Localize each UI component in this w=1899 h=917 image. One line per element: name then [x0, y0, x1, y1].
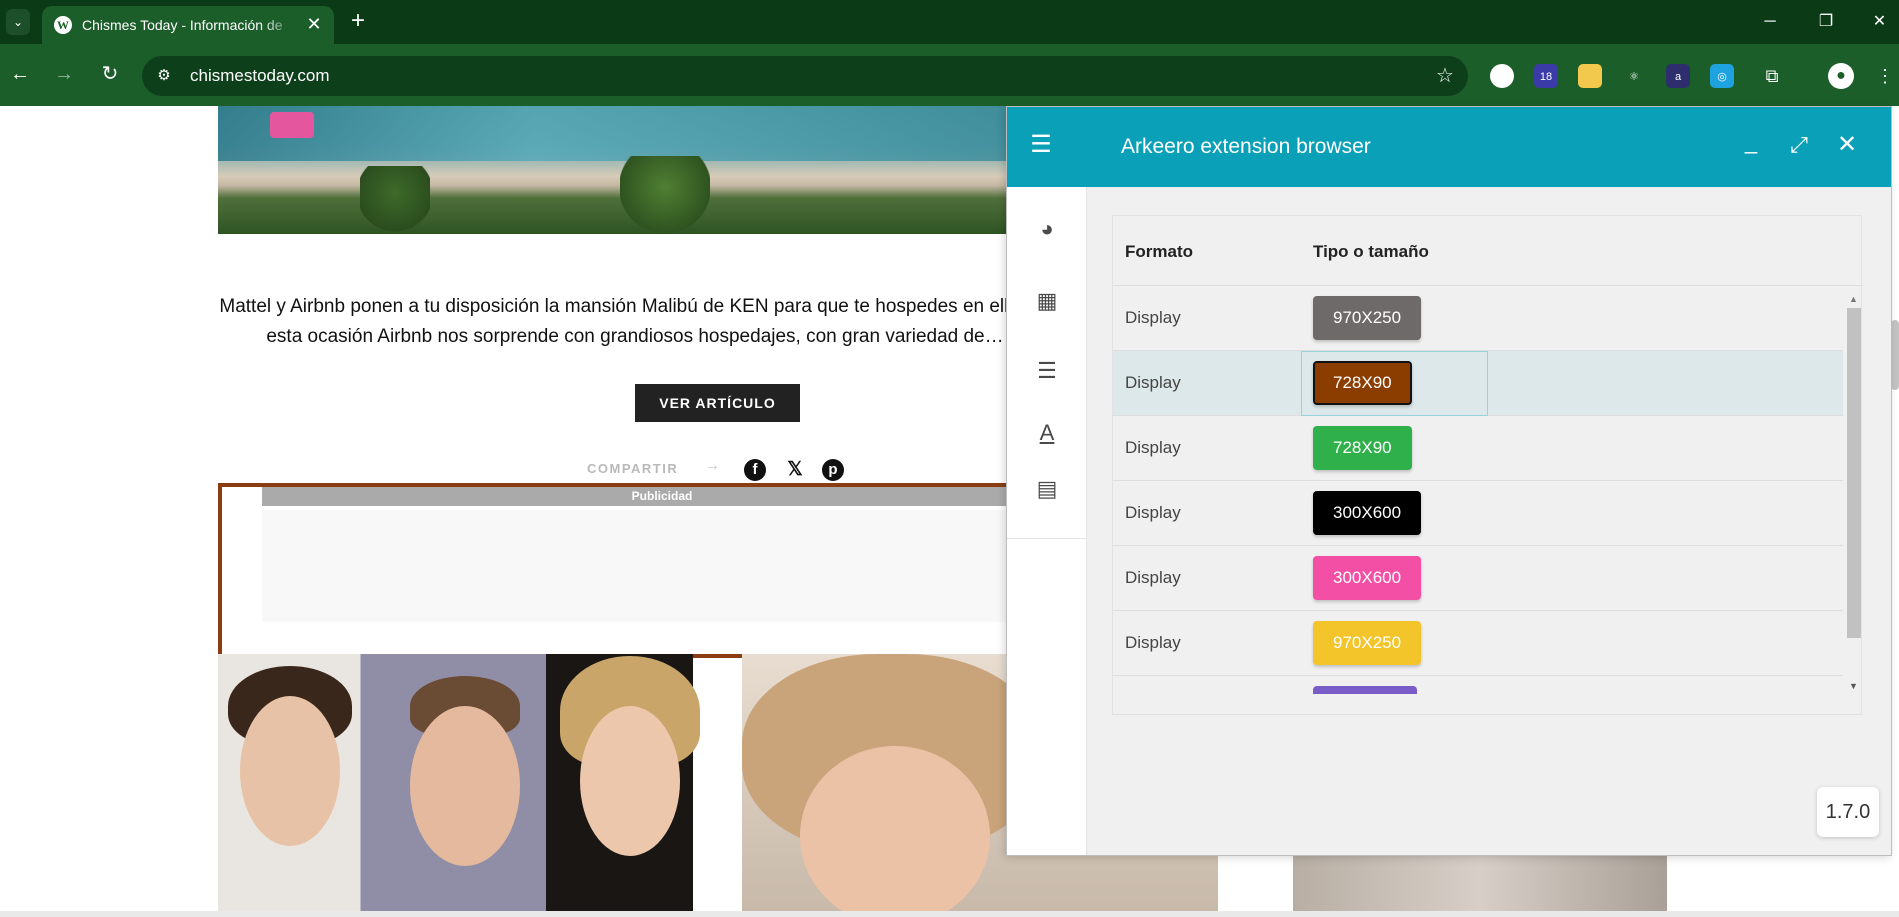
url-text[interactable]: chismestoday.com [190, 66, 330, 86]
column-header-format: Formato [1125, 242, 1193, 261]
reload-icon[interactable]: ↻ [96, 60, 124, 88]
browser-tab-active[interactable]: W Chismes Today - Información de ✕ [42, 6, 334, 44]
wordpress-favicon-icon: W [54, 16, 72, 34]
size-badge[interactable]: 300X600 [1313, 556, 1422, 600]
version-badge: 1.7.0 [1817, 787, 1879, 837]
extension-screenshot-label: ◎ [1717, 71, 1727, 83]
extension-notes-icon[interactable] [1578, 64, 1602, 88]
size-badge[interactable]: 728X90 [1313, 426, 1412, 470]
size-badge[interactable]: 300X600 [1313, 491, 1422, 535]
format-cell: Display [1125, 633, 1181, 652]
extension-header: ☰ Arkeero extension browser _ ⤢ ✕ [1007, 107, 1891, 187]
hero-pink-chairs [270, 112, 314, 138]
table-row[interactable]: Display 300X600 [1113, 546, 1843, 611]
extension-notifications-icon[interactable]: 18 [1534, 64, 1558, 88]
widgets-alert-icon[interactable]: ▦ [1033, 287, 1061, 315]
table-row[interactable]: Display 970X250 [1113, 611, 1843, 676]
tab-title: Chismes Today - Información de [82, 17, 283, 33]
size-badge[interactable]: 970X250 [1313, 621, 1422, 665]
hero-pool [218, 106, 1008, 161]
address-bar[interactable]: ⚙ chismestoday.com ☆ [142, 56, 1468, 96]
photo-detail [800, 746, 990, 917]
extension-a-icon[interactable]: a [1666, 64, 1690, 88]
arrow-right-icon: → [704, 457, 720, 474]
bottom-edge [0, 911, 1899, 917]
storage-list-icon[interactable]: ☰ [1033, 357, 1061, 385]
share-label: COMPARTIR [587, 461, 679, 476]
read-article-button[interactable]: VER ARTÍCULO [635, 384, 800, 422]
scroll-up-icon[interactable]: ▲ [1849, 294, 1858, 304]
expand-icon[interactable]: ⤢ [1785, 131, 1813, 159]
table-scrollbar[interactable] [1847, 308, 1861, 638]
format-cell: Display [1125, 503, 1181, 522]
extensions-puzzle-icon[interactable]: ⧉ [1760, 64, 1784, 88]
hero-palm [620, 156, 710, 234]
table-row[interactable]: Display 728X90 [1113, 416, 1843, 481]
table-row[interactable]: Display 300X600 [1113, 481, 1843, 546]
close-icon[interactable]: ✕ [1833, 131, 1861, 159]
new-tab-icon[interactable]: + [346, 8, 370, 34]
hamburger-menu-icon[interactable]: ☰ [1027, 131, 1055, 159]
palette-icon[interactable]: ◕ [1033, 215, 1061, 243]
tab-search-chevron-icon[interactable]: ⌄ [6, 9, 30, 35]
ad-label: Publicidad [262, 487, 1062, 506]
tab-close-icon[interactable]: ✕ [304, 14, 324, 34]
format-cell: Display [1125, 308, 1181, 327]
article-excerpt: Mattel y Airbnb ponen a tu disposición l… [219, 296, 1051, 347]
extension-sidebar: ◕ ▦ ☰ A ▤ [1007, 187, 1087, 855]
browser-toolbar: ← → ↻ ⚙ chismestoday.com ☆ 18 ⚛ a ◎ ⧉ ● ⋮ [0, 44, 1899, 106]
more-menu-icon[interactable]: ⋮ [1876, 64, 1894, 88]
back-arrow-icon[interactable]: ← [6, 60, 34, 88]
pinterest-icon[interactable]: p [822, 459, 844, 481]
sidebar-divider [1007, 538, 1087, 539]
extension-1-icon[interactable] [1490, 64, 1514, 88]
profile-avatar-icon[interactable]: ● [1828, 63, 1854, 89]
minimize-window-icon[interactable]: ─ [1748, 4, 1792, 40]
forward-arrow-icon[interactable]: → [50, 60, 78, 88]
article-list-icon[interactable]: ▤ [1033, 475, 1061, 503]
extension-notifications-label: 18 [1539, 71, 1553, 83]
photo-detail [240, 696, 340, 846]
format-cell: Display [1125, 373, 1181, 392]
column-header-size: Tipo o tamaño [1313, 242, 1429, 261]
site-settings-icon[interactable]: ⚙ [152, 64, 176, 88]
extension-main: Formato Tipo o tamaño Display 970X250 Disp… [1087, 187, 1891, 855]
bookmark-star-icon[interactable]: ☆ [1432, 63, 1458, 89]
close-window-icon[interactable]: ✕ [1860, 4, 1899, 40]
restore-window-icon[interactable]: ❐ [1804, 4, 1848, 40]
minimize-icon[interactable]: _ [1737, 127, 1765, 157]
hero-palm [360, 166, 430, 234]
size-badge[interactable]: 970X250 [1313, 296, 1422, 340]
extension-a-label: a [1674, 71, 1682, 83]
scroll-down-icon[interactable]: ▼ [1849, 681, 1858, 691]
photo-detail [410, 706, 520, 866]
table-row[interactable]: Display 970X250 [1113, 286, 1843, 351]
ad-formats-table: Formato Tipo o tamaño Display 970X250 Disp… [1112, 215, 1863, 715]
facebook-icon[interactable]: f [744, 459, 766, 481]
x-twitter-icon[interactable]: 𝕏 [784, 459, 806, 481]
extension-title: Arkeero extension browser [1121, 135, 1371, 158]
ad-slot[interactable] [262, 510, 1062, 622]
extension-panel: ☰ Arkeero extension browser _ ⤢ ✕ ◕ ▦ ☰ … [1006, 106, 1892, 856]
photo-detail [580, 706, 680, 856]
size-badge-partial [1313, 686, 1417, 694]
extension-react-label: ⚛ [1629, 71, 1639, 83]
extension-react-icon[interactable]: ⚛ [1622, 64, 1646, 88]
page-scrollbar[interactable] [1891, 320, 1899, 390]
tab-strip: ⌄ W Chismes Today - Información de ✕ + ─… [0, 0, 1899, 44]
text-format-icon[interactable]: A [1033, 419, 1061, 447]
article-thumbnail-third[interactable] [1293, 856, 1667, 917]
size-badge[interactable]: 728X90 [1313, 361, 1412, 405]
format-cell: Display [1125, 438, 1181, 457]
extension-screenshot-icon[interactable]: ◎ [1710, 64, 1734, 88]
format-cell: Display [1125, 568, 1181, 587]
table-row[interactable]: Display 728X90 [1113, 351, 1843, 416]
